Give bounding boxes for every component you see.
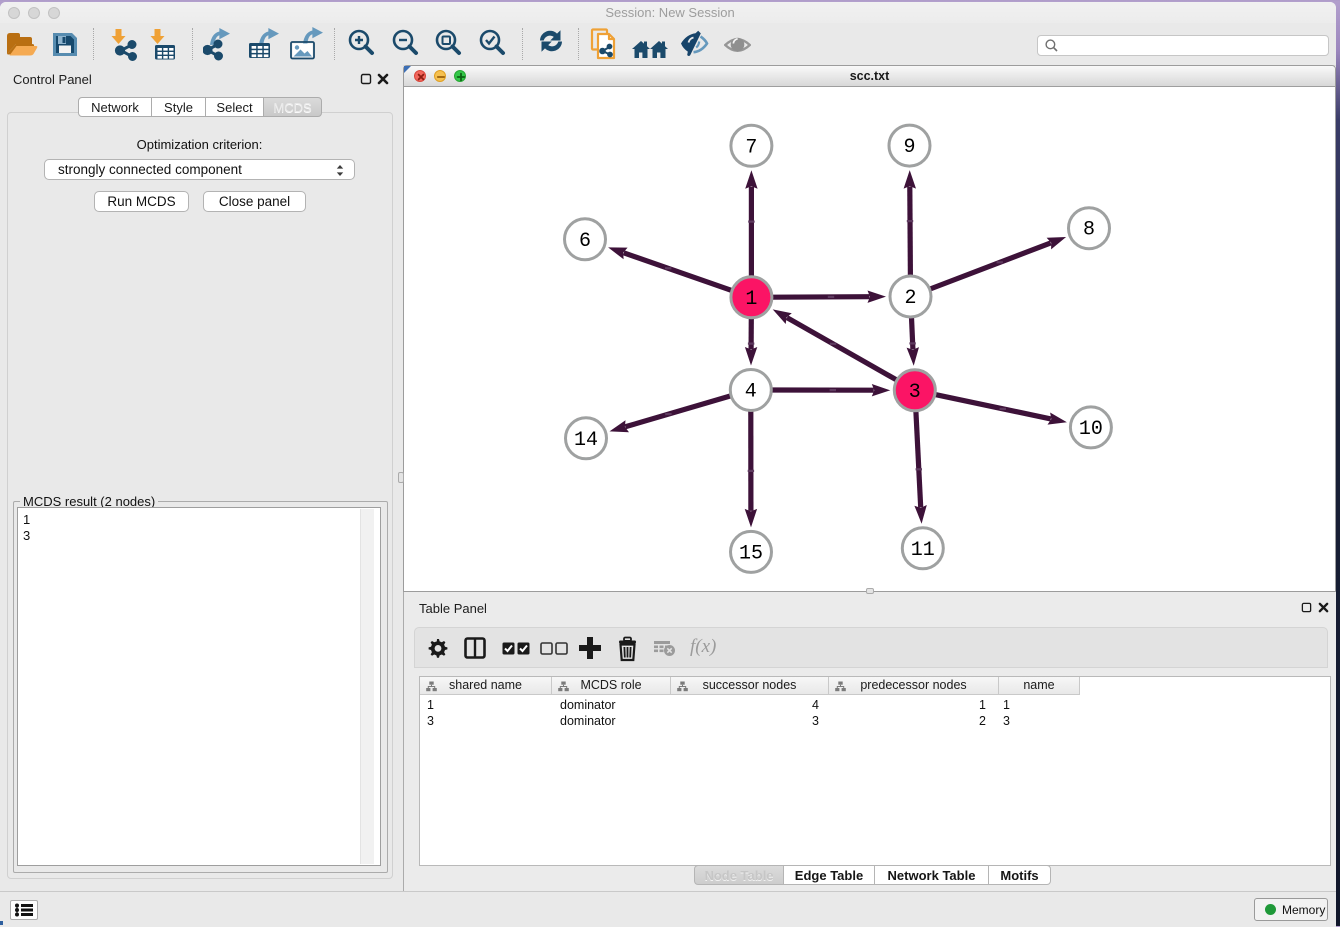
svg-text:14: 14: [574, 429, 598, 452]
svg-text:9: 9: [903, 136, 915, 159]
svg-text:3: 3: [909, 381, 921, 404]
svg-text:6: 6: [579, 230, 591, 253]
svg-text:4: 4: [745, 381, 757, 404]
svg-text:7: 7: [745, 136, 757, 159]
svg-text:11: 11: [911, 539, 935, 562]
svg-text:8: 8: [1083, 219, 1095, 242]
svg-text:2: 2: [904, 287, 916, 310]
svg-text:1: 1: [745, 288, 757, 311]
svg-text:15: 15: [739, 542, 763, 565]
svg-text:10: 10: [1079, 418, 1103, 441]
